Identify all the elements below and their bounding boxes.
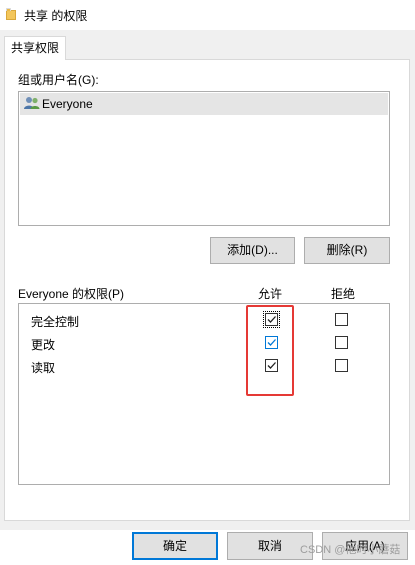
window-title: 共享 的权限 [24, 9, 88, 23]
permissions-list [18, 303, 390, 485]
allow-column-header: 允许 [258, 287, 283, 301]
deny-read-checkbox[interactable] [335, 359, 348, 372]
folder-icon [6, 8, 16, 20]
ok-button[interactable]: 确定 [132, 532, 218, 560]
watermark: CSDN @他时小蘑菇 [300, 544, 401, 556]
tab-share-permissions[interactable]: 共享权限 [4, 36, 66, 60]
deny-full-control-checkbox[interactable] [335, 313, 348, 326]
permissions-label: Everyone 的权限(P) [18, 287, 125, 301]
groups-label: 组或用户名(G): [18, 73, 99, 87]
permission-name-read: 读取 [31, 361, 56, 375]
add-button[interactable]: 添加(D)... [210, 237, 295, 264]
remove-button[interactable]: 删除(R) [304, 237, 390, 264]
user-name: Everyone [42, 97, 93, 111]
highlight-annotation [246, 305, 294, 396]
deny-column-header: 拒绝 [331, 287, 356, 301]
deny-change-checkbox[interactable] [335, 336, 348, 349]
users-icon [24, 96, 40, 110]
permission-name-full-control: 完全控制 [31, 315, 80, 329]
permission-name-change: 更改 [31, 338, 56, 352]
